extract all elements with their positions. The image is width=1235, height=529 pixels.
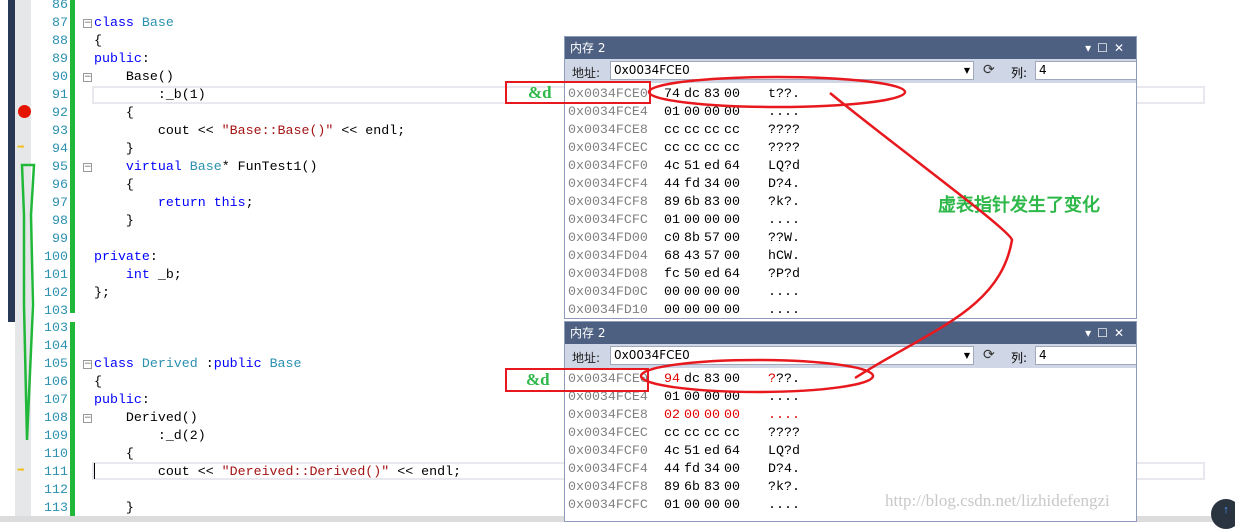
annotation-overlay: [20, 75, 1014, 441]
watermark: http://blog.csdn.net/lizhidefengzi: [885, 491, 1110, 510]
red-ellipse: [639, 358, 875, 394]
red-connector-curve: [829, 92, 1014, 380]
red-ellipse: [647, 75, 907, 109]
scroll-top-button[interactable]: ↑: [1211, 499, 1235, 529]
green-down-arrow: [20, 163, 36, 441]
